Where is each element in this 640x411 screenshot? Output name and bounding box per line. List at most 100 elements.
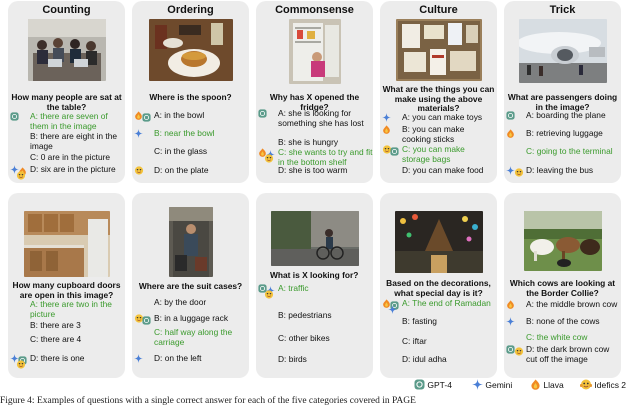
question: Which cows are looking at the Border Col… [509,278,616,298]
model-icons [134,147,156,159]
option-label: D: she is too warm [278,165,348,175]
card-cows: Which cows are looking at the Border Col… [504,193,621,378]
photo-train-carriage [168,207,213,277]
option-d: D: the dark brown cow cut off the image [506,344,619,365]
legend-llava: Llava [530,379,564,390]
gpt4-icon [414,379,425,390]
model-icons [258,148,280,163]
option-label: A: boarding the plane [526,110,606,120]
idefics-icon [16,360,26,369]
gemini-icon [472,379,483,390]
card-trick: Trick What are passengers doing in the i… [504,1,621,183]
llava-icon [507,129,514,138]
model-icons [258,166,280,178]
photo-meal-table [148,19,233,81]
model-icons [134,129,156,141]
model-icons [10,132,32,144]
llava-icon [507,300,514,309]
model-icons [134,328,156,340]
card-title: Ordering [167,4,214,16]
card-commonsense: Commonsense Why has X opened the fridge?… [256,1,373,183]
question: What are the things you can make using t… [382,84,495,114]
model-icons [258,109,280,121]
card-title: Counting [42,4,91,16]
gemini-icon [382,113,391,122]
model-icons [134,298,156,310]
photo-materials [395,19,482,81]
question: Where are the suit cases? [138,281,243,291]
idefics-icon [514,347,524,356]
model-icons [382,317,404,329]
option-label: A: the middle brown cow [526,299,618,309]
card-title: Culture [419,4,458,16]
option-b: B: there are eight in the image [10,131,123,152]
model-icons [10,335,32,347]
photo-people-at-table [27,19,106,81]
option-b: B: you can make cooking sticks [382,124,495,145]
model-icons [134,354,156,366]
card-culture: Culture What are the things you can make… [380,1,497,183]
option-c: C: you can make storage bags [382,144,495,165]
gemini-icon [134,129,143,138]
idefics-icon [134,166,144,175]
option-label: A: there are seven of them in the image [30,111,108,131]
model-icons [382,337,404,349]
option-a: A: she is looking for something she has … [258,108,371,139]
option-label: D: on the plate [154,165,209,175]
llava-icon [383,125,390,134]
card-title: Commonsense [275,4,354,16]
option-c: C: half way along the carriage [134,327,247,348]
model-icons [258,334,280,346]
option-label: A: The end of Ramadan [402,298,491,308]
legend-idefics-label: Idefics 2 [594,380,627,390]
model-icons [506,345,528,357]
card-title: Trick [549,4,576,16]
option-label: A: she is looking for something she has … [278,108,364,128]
gpt4-icon [506,111,515,120]
model-icons [382,145,404,157]
option-label: D: you can make food [402,165,484,175]
option-label: D: six are in the picture [30,164,116,174]
model-icons [506,333,528,345]
card-cupboard: How many cupboard doors are open in this… [8,193,125,378]
model-icons [506,166,528,178]
option-label: A: by the door [154,297,207,307]
gemini-icon [134,354,143,363]
gpt4-icon [142,316,151,325]
question: Where is the spoon? [149,92,232,102]
option-label: B: in a luggage rack [154,313,229,323]
gpt4-icon [390,147,399,156]
gpt4-icon [10,112,19,121]
legend-gemini-label: Gemini [485,380,513,390]
option-label: D: leaving the bus [526,165,594,175]
idefics-icon [264,154,274,163]
option-label: D: the dark brown cow cut off the image [526,344,610,364]
model-icons [258,284,280,299]
photo-airplane [518,19,607,83]
card-ordering: Ordering Where is the spoon? A: in the b… [132,1,249,183]
option-label: B: there are 3 [30,320,81,330]
photo-kitchen [23,211,110,277]
option-label: C: in the glass [154,146,208,156]
option-label: D: there is one [30,353,85,363]
option-label: C: iftar [402,336,427,346]
question: How many people are sat at the table? [11,92,122,112]
photo-cows-collie [523,211,602,271]
idefics-icon [16,171,26,180]
option-label: B: you can make cooking sticks [402,124,465,144]
option-label: C: other bikes [278,333,330,343]
option-a: A: there are two in the picture [10,299,123,320]
option-label: C: there are 4 [30,334,82,344]
model-icons [506,147,528,159]
model-icons [10,354,32,369]
card-suitcases: Where are the suit cases? A: by the door… [132,193,249,378]
legend-llava-label: Llava [543,380,564,390]
photo-decorations [394,211,483,273]
model-icons [10,300,32,312]
card-decorations: Based on the decorations, what special d… [380,193,497,378]
option-label: A: there are two in the picture [30,299,112,319]
gpt4-icon [142,113,151,122]
option-label: B: retrieving luggage [526,128,603,138]
legend-gpt4: GPT-4 [414,379,452,390]
option-label: C: you can make storage bags [402,144,465,164]
